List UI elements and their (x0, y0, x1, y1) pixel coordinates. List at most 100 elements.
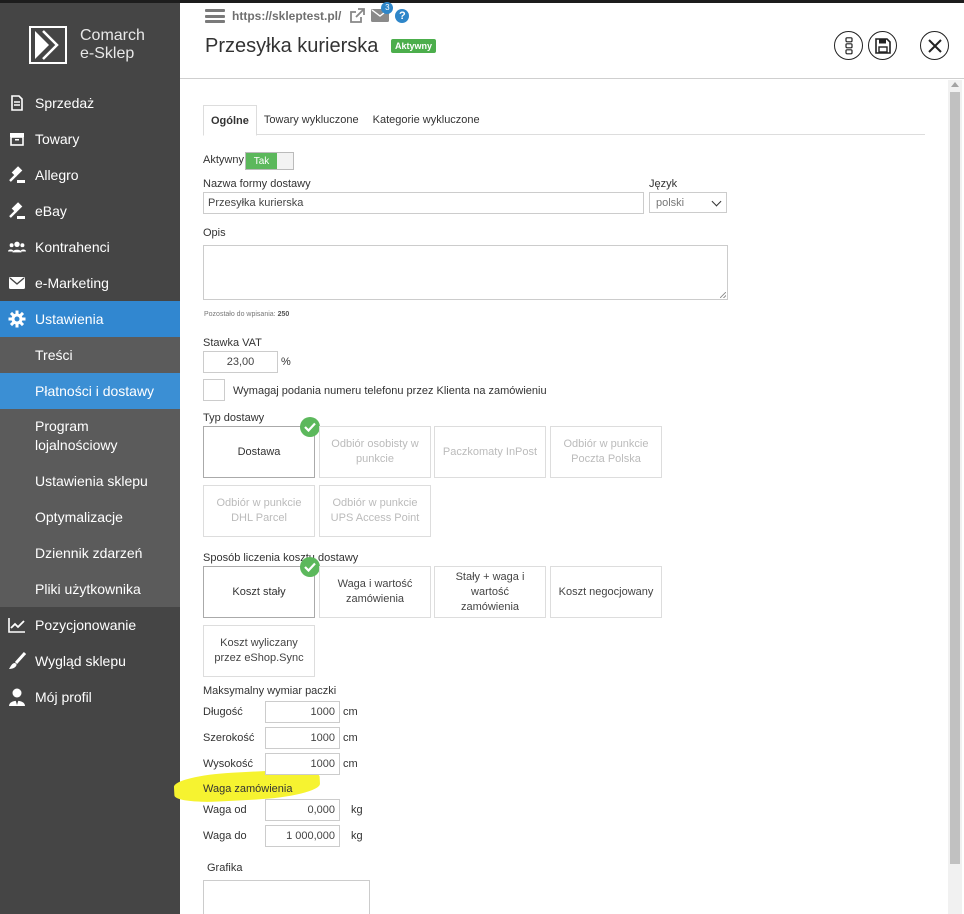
mail-count-badge: 3 (381, 2, 394, 14)
toggle-knob (277, 153, 293, 169)
delivery-type-ups[interactable]: Odbiór w punkcie UPS Access Point (319, 485, 431, 537)
tile-label: Odbiór w punkcie Poczta Polska (563, 438, 649, 465)
tab-kategorie-wykluczone[interactable]: Kategorie wykluczone (366, 105, 487, 135)
weight-to-label: Waga do (203, 830, 247, 842)
graphic-upload-area[interactable] (203, 880, 370, 914)
remaining-value: 250 (277, 311, 290, 318)
weight-from-input[interactable]: 0,000 (265, 799, 340, 821)
user-icon (8, 688, 26, 706)
height-label: Wysokość (203, 758, 254, 770)
sidebar-subitem-program[interactable]: Program lojalnościowy (0, 409, 180, 463)
save-button[interactable] (868, 31, 897, 60)
users-icon (8, 238, 26, 256)
sidebar-subitem-optymalizacje[interactable]: Optymalizacje (0, 499, 180, 535)
delivery-type-label: Typ dostawy (203, 412, 265, 424)
mail-notifications[interactable]: 3 (371, 2, 394, 23)
active-toggle[interactable]: Tak (245, 152, 294, 170)
sidebar-subitem-platnosci[interactable]: Płatności i dostawy (0, 373, 180, 409)
brush-icon (8, 652, 26, 670)
tab-towary-wykluczone[interactable]: Towary wykluczone (257, 105, 366, 135)
tab-bar: Ogólne Towary wykluczone Kategorie wyklu… (203, 105, 925, 136)
sidebar-item-e-marketing[interactable]: e-Marketing (0, 265, 180, 301)
tile-label: Koszt wyliczany przez eShop.Sync (214, 637, 304, 664)
cost-method-waga-wartosc[interactable]: Waga i wartość zamówienia (319, 566, 431, 618)
tile-label: Koszt stały (232, 585, 286, 598)
gavel-icon (8, 202, 26, 220)
external-link-icon[interactable] (349, 8, 366, 24)
sidebar-item-label: Kontrahenci (35, 239, 110, 255)
delivery-type-odbior-osobisty[interactable]: Odbiór osobisty w punkcie (319, 426, 431, 478)
scrollbar-thumb[interactable] (950, 92, 960, 864)
tile-label: Odbiór w punkcie DHL Parcel (216, 497, 302, 524)
language-select[interactable]: polski (649, 192, 727, 213)
width-input[interactable]: 1000 (265, 727, 340, 749)
sidebar-subitem-ustawienia-sklepu[interactable]: Ustawienia sklepu (0, 463, 180, 499)
box-icon (8, 130, 26, 148)
resize-handle-icon[interactable] (720, 292, 726, 298)
tab-ogolne[interactable]: Ogólne (203, 105, 257, 136)
cost-method-negocjowany[interactable]: Koszt negocjowany (550, 566, 662, 618)
length-input[interactable]: 1000 (265, 701, 340, 723)
sidebar-item-allegro[interactable]: Allegro (0, 157, 180, 193)
shop-url[interactable]: https://skleptest.pl/ (232, 9, 341, 23)
close-button[interactable] (920, 31, 949, 60)
help-icon[interactable]: ? (395, 9, 410, 23)
sidebar-item-label: Pozycjonowanie (35, 617, 137, 633)
sidebar-subitem-pliki[interactable]: Pliki użytkownika (0, 571, 180, 607)
document-icon (8, 94, 26, 112)
graphic-label: Grafika (207, 862, 243, 874)
check-icon (300, 557, 320, 577)
tile-label: Stały + waga i wartość zamówienia (455, 570, 525, 613)
cost-method-staly[interactable]: Koszt stały (203, 557, 320, 618)
language-label: Język (649, 178, 678, 190)
sidebar-item-pozycjonowanie[interactable]: Pozycjonowanie (0, 607, 180, 643)
tile-label: Waga i wartość zamówienia (337, 578, 413, 605)
remaining-chars: Pozostało do wpisania: 250 (204, 311, 289, 318)
cost-method-staly-waga[interactable]: Stały + waga i wartość zamówienia (434, 566, 546, 618)
logo[interactable]: Comarch e-Sklep (28, 25, 145, 65)
cost-method-eshop-sync[interactable]: Koszt wyliczany przez eShop.Sync (203, 625, 315, 677)
sidebar: Comarch e-Sklep Sprzedaż Towary Allegro … (0, 3, 180, 914)
height-input[interactable]: 1000 (265, 753, 340, 775)
check-icon (300, 417, 320, 437)
sidebar-submenu: Treści Płatności i dostawy Program lojal… (0, 337, 180, 607)
height-unit: cm (343, 758, 358, 770)
tile-label: Dostawa (237, 445, 281, 458)
weight-from-label: Waga od (203, 804, 247, 816)
sidebar-item-towary[interactable]: Towary (0, 121, 180, 157)
weight-to-unit: kg (351, 830, 363, 842)
length-label: Długość (203, 706, 243, 718)
scroll-up-arrow[interactable] (951, 82, 959, 87)
sidebar-item-sprzedaz[interactable]: Sprzedaż (0, 85, 180, 121)
more-options-button[interactable] (834, 31, 863, 60)
name-input[interactable]: Przesyłka kurierska (203, 192, 644, 214)
delivery-type-dostawa[interactable]: Dostawa (203, 417, 320, 478)
sidebar-subitem-dziennik[interactable]: Dziennik zdarzeń (0, 535, 180, 571)
description-textarea[interactable] (203, 245, 728, 300)
phone-required-checkbox[interactable] (203, 379, 225, 401)
sidebar-item-kontrahenci[interactable]: Kontrahenci (0, 229, 180, 265)
sidebar-item-ebay[interactable]: eBay (0, 193, 180, 229)
weight-to-input[interactable]: 1 000,000 (265, 825, 340, 847)
hamburger-icon[interactable] (205, 9, 225, 23)
delivery-type-poczta-polska[interactable]: Odbiór w punkcie Poczta Polska (550, 426, 662, 478)
max-dim-label: Maksymalny wymiar paczki (203, 685, 337, 697)
cost-method-label: Sposób liczenia kosztu dostawy (203, 552, 359, 564)
vat-input[interactable]: 23,00 (203, 351, 278, 373)
gear-icon (8, 310, 26, 328)
tile-label: Odbiór w punkcie UPS Access Point (330, 497, 420, 524)
weight-from-unit: kg (351, 804, 363, 816)
scrollbar[interactable] (948, 80, 962, 914)
sidebar-item-wyglad[interactable]: Wygląd sklepu (0, 643, 180, 679)
tile-label: Odbiór osobisty w punkcie (331, 438, 419, 465)
sidebar-item-moj-profil[interactable]: Mój profil (0, 679, 180, 715)
gavel-icon (8, 166, 26, 184)
logo-text: Comarch e-Sklep (80, 27, 145, 63)
sidebar-item-ustawienia[interactable]: Ustawienia (0, 301, 180, 337)
delivery-type-dhl[interactable]: Odbiór w punkcie DHL Parcel (203, 485, 315, 537)
remaining-label: Pozostało do wpisania: (204, 311, 276, 318)
tile-label: Koszt negocjowany (558, 585, 654, 598)
sidebar-subitem-tresci[interactable]: Treści (0, 337, 180, 373)
delivery-type-paczkomaty[interactable]: Paczkomaty InPost (434, 426, 546, 478)
status-badge: Aktywny (391, 39, 437, 53)
